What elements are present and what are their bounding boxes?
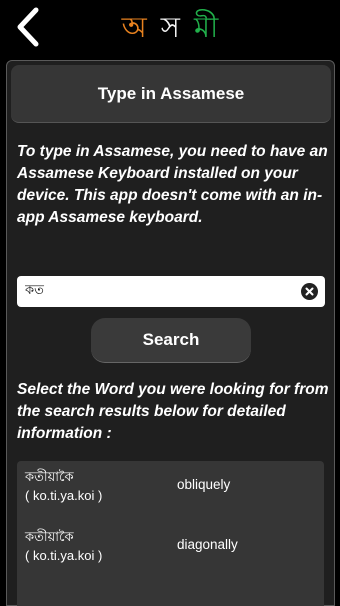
app-title-letter-1: অ [121, 10, 147, 44]
search-button[interactable]: Search [91, 318, 251, 363]
search-panel: Type in Assamese To type in Assamese, yo… [6, 60, 335, 606]
result-item[interactable]: কতীয়াকৈ ( ko.ti.ya.koi ) diagonally [17, 521, 324, 577]
select-hint-text: Select the Word you were looking for fro… [17, 381, 329, 442]
search-results-list: কতীয়াকৈ ( ko.ti.ya.koi ) obliquely কতীয… [17, 461, 324, 606]
keyboard-info-text: To type in Assamese, you need to have an… [17, 143, 328, 226]
result-word: কতীয়াকৈ ( ko.ti.ya.koi ) [25, 467, 175, 505]
app-title-letter-3: মী [193, 10, 219, 44]
result-word-assamese: কতীয়াকৈ [25, 529, 74, 544]
app-title-letter-2: স [160, 10, 180, 44]
result-word-transliteration: ( ko.ti.ya.koi ) [25, 488, 103, 503]
clear-search-button[interactable] [301, 283, 318, 300]
clear-circle-icon [305, 287, 314, 296]
result-word-transliteration: ( ko.ti.ya.koi ) [25, 548, 103, 563]
app-header: অ স মী [0, 0, 340, 56]
result-word: কতীয়াকৈ ( ko.ti.ya.koi ) [25, 527, 175, 565]
search-input[interactable] [25, 276, 295, 307]
result-meaning: obliquely [177, 477, 231, 492]
result-word-assamese: কতীয়াকৈ [25, 469, 74, 484]
section-title: Type in Assamese [11, 65, 331, 123]
app-title: অ স মী [0, 7, 340, 47]
result-meaning: diagonally [177, 537, 238, 552]
search-field [17, 276, 325, 307]
result-item[interactable]: কতীয়াকৈ ( ko.ti.ya.koi ) obliquely [17, 461, 324, 517]
